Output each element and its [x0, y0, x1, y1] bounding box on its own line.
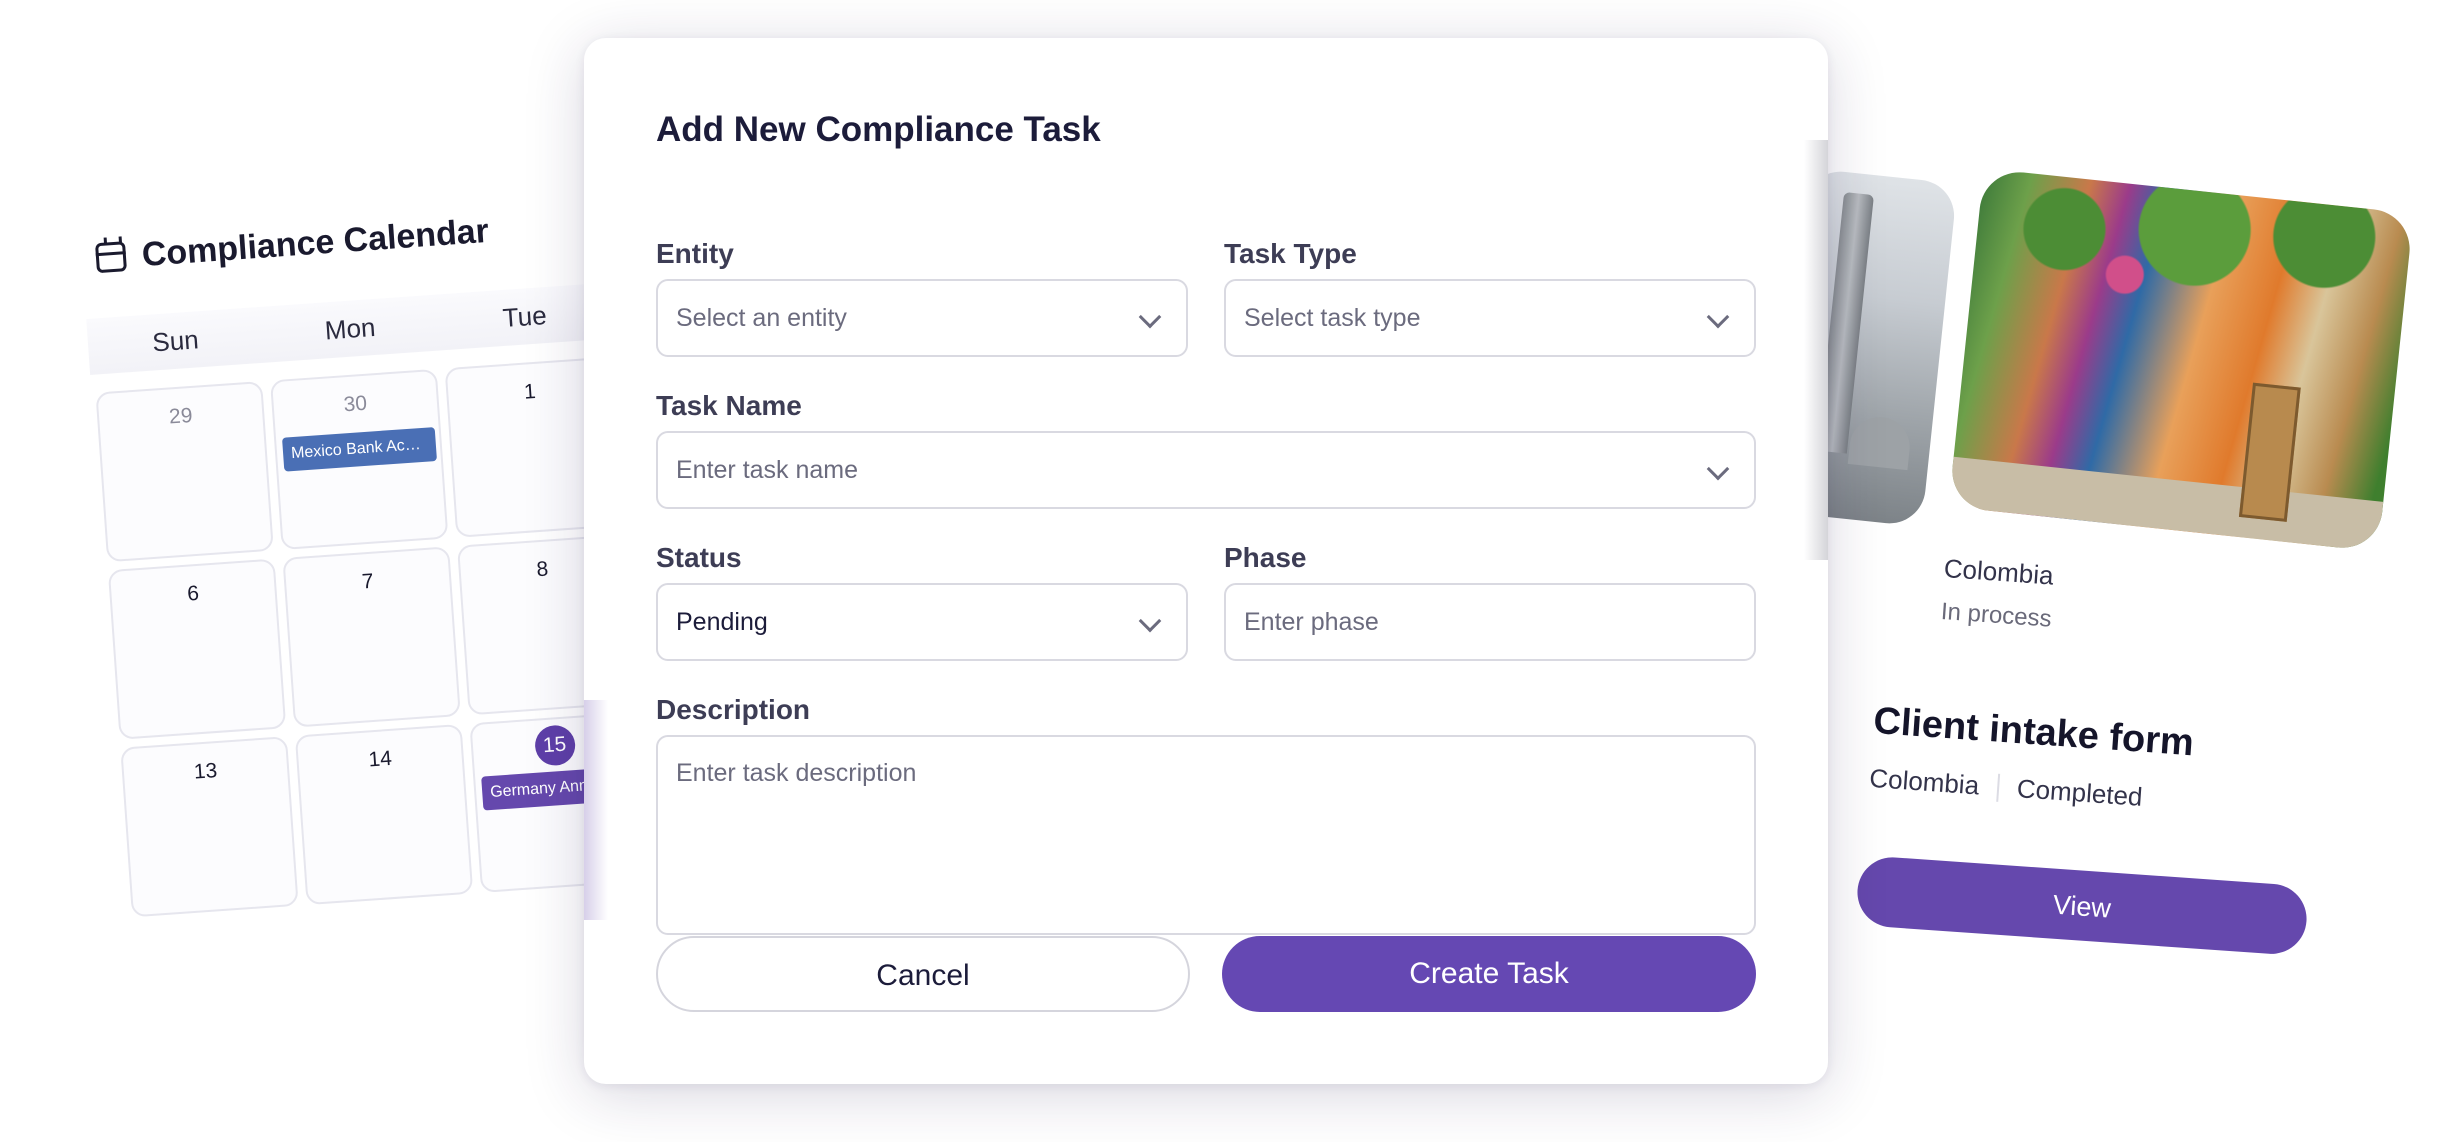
- day-number: 14: [367, 746, 393, 772]
- place-status: In process: [1940, 598, 2053, 633]
- task-name-placeholder: Enter task name: [676, 455, 859, 484]
- place-name: Colombia: [1942, 553, 2055, 591]
- day-number: 30: [342, 391, 368, 417]
- modal-title: Add New Compliance Task: [656, 110, 1101, 149]
- entity-label: Entity: [656, 238, 734, 269]
- task-name-select[interactable]: Enter task name: [656, 431, 1756, 509]
- phase-placeholder: Enter phase: [1244, 607, 1379, 636]
- calendar-title: Compliance Calendar: [140, 211, 491, 274]
- status-label: Status: [656, 542, 742, 573]
- calendar-day[interactable]: 29: [95, 380, 274, 563]
- description-label: Description: [656, 694, 811, 725]
- modal-edge-shade: [584, 700, 608, 920]
- weekday-sun: Sun: [151, 323, 200, 357]
- view-button[interactable]: View: [1855, 855, 2309, 957]
- calendar-day[interactable]: 13: [120, 736, 299, 918]
- create-task-button[interactable]: Create Task: [1222, 936, 1756, 1012]
- chevron-down-icon: [1138, 609, 1162, 633]
- calendar-event[interactable]: Mexico Bank Accou...: [282, 427, 438, 472]
- today-day-number: 15: [533, 724, 576, 767]
- description-placeholder: Enter task description: [676, 759, 917, 787]
- meta-divider: [1996, 773, 2001, 802]
- modal-edge-shade: [1804, 140, 1828, 560]
- add-task-modal: Add New Compliance Task Entity Select an…: [584, 38, 1828, 1084]
- day-number: 6: [186, 581, 200, 606]
- description-textarea[interactable]: Enter task description: [656, 735, 1756, 935]
- entity-placeholder: Select an entity: [676, 303, 847, 332]
- entity-select[interactable]: Select an entity: [656, 279, 1188, 357]
- phase-label: Phase: [1224, 542, 1307, 573]
- day-number: 13: [193, 759, 219, 784]
- status-value: Pending: [676, 607, 768, 636]
- calendar-day[interactable]: 14: [294, 723, 474, 906]
- day-number: 29: [168, 403, 194, 429]
- cancel-button[interactable]: Cancel: [656, 936, 1190, 1012]
- calendar-day[interactable]: 30 Mexico Bank Accou...: [269, 368, 449, 551]
- task-name-label: Task Name: [656, 390, 802, 421]
- phase-input[interactable]: Enter phase: [1224, 583, 1756, 661]
- task-type-select[interactable]: Select task type: [1224, 279, 1756, 357]
- intake-country: Colombia: [1868, 762, 1981, 801]
- intake-card: Client intake form Colombia Completed: [1868, 700, 2433, 833]
- status-select[interactable]: Pending: [656, 583, 1188, 661]
- calendar-day[interactable]: 6: [107, 558, 287, 740]
- task-type-label: Task Type: [1224, 238, 1357, 269]
- chevron-down-icon: [1706, 457, 1730, 481]
- calendar-day[interactable]: 7: [282, 546, 461, 728]
- task-type-placeholder: Select task type: [1244, 303, 1421, 332]
- colombia-photo: [1948, 168, 2414, 552]
- intake-status: Completed: [2015, 773, 2144, 812]
- weekday-mon: Mon: [323, 311, 377, 345]
- chevron-down-icon: [1138, 305, 1162, 329]
- chevron-down-icon: [1706, 305, 1730, 329]
- day-number: 7: [361, 569, 375, 594]
- calendar-header: Compliance Calendar: [70, 191, 633, 290]
- calendar-icon: [94, 241, 128, 274]
